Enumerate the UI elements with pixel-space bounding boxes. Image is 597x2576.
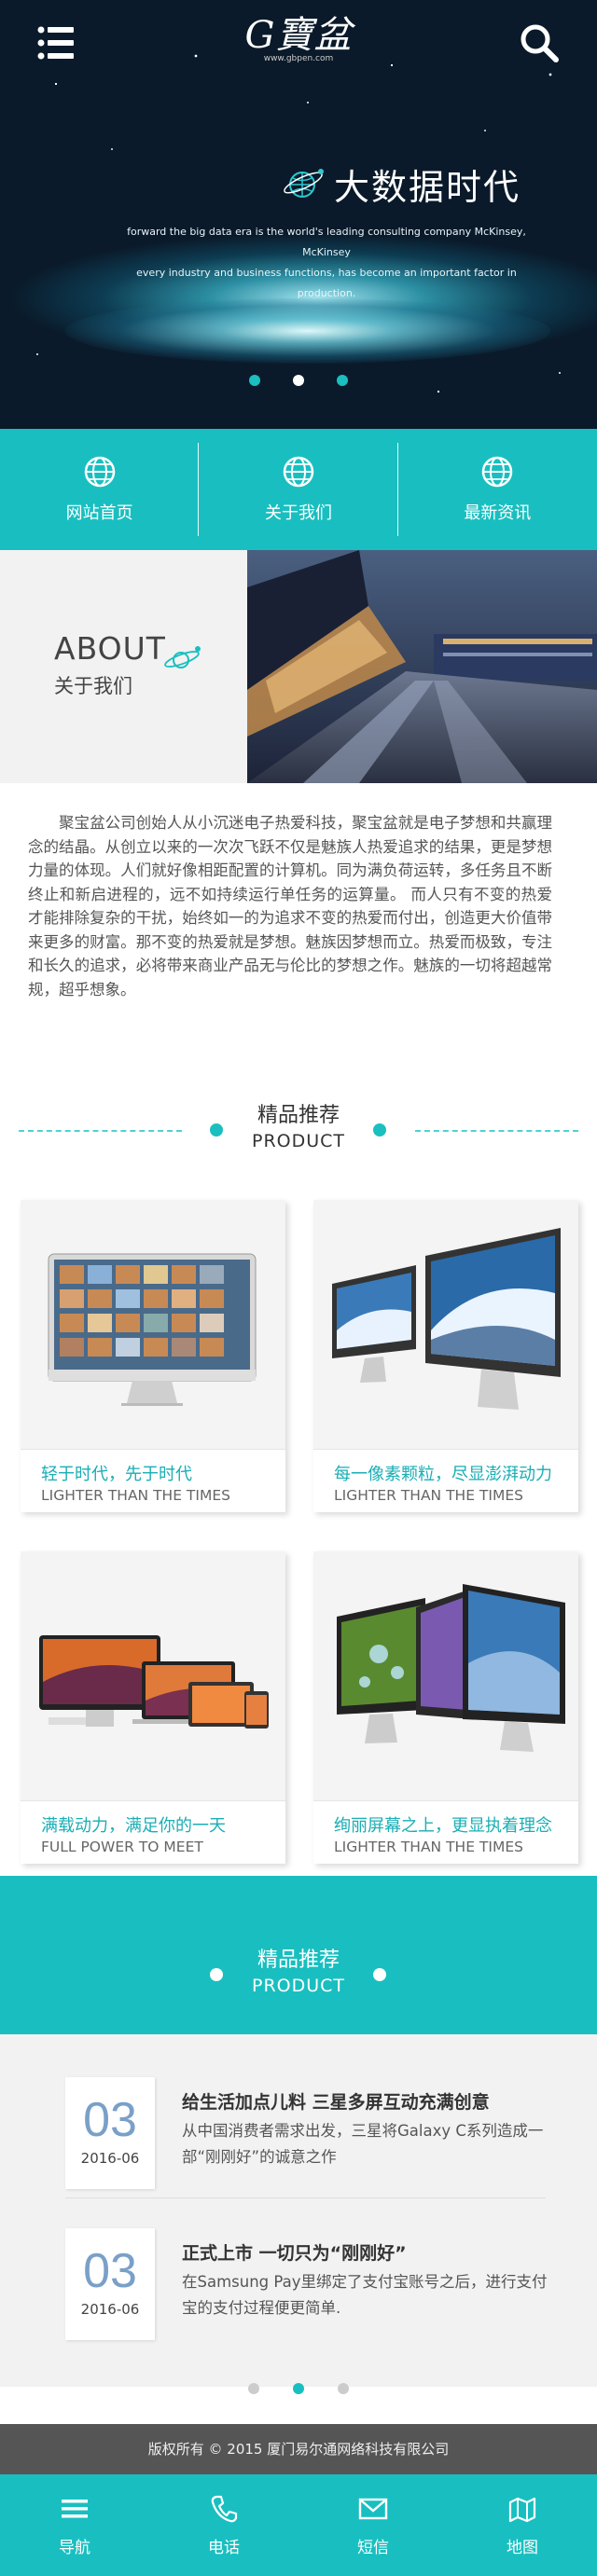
- nav-item-news[interactable]: 最新资讯: [398, 429, 597, 550]
- slide-dot[interactable]: [249, 375, 260, 386]
- news-title[interactable]: 给生活加点儿料 三星多屏互动充满创意: [182, 2088, 490, 2114]
- nav-label: 网站首页: [65, 503, 133, 523]
- product-title-cn: 满载动力，满足你的一天: [41, 1816, 226, 1836]
- about-text: 聚宝盆公司创始人从小沉迷电子热爱科技，聚宝盆就是电子梦想和共赢理念的结晶。从创立…: [28, 814, 552, 999]
- news-pagination: [0, 2383, 597, 2398]
- news-desc: 在Samsung Pay里绑定了支付宝账号之后，进行支付宝的支付过程便更简单.: [182, 2273, 548, 2317]
- page-dot[interactable]: [248, 2383, 259, 2394]
- news-divider: [65, 2197, 546, 2198]
- product-card[interactable]: 每一像素颗粒，尽显澎湃动力 LIGHTER THAN THE TIMES: [313, 1200, 578, 1512]
- product-title-en: LIGHTER THAN THE TIMES: [41, 1487, 230, 1504]
- mail-icon: [358, 2498, 388, 2520]
- section-dot: [373, 1968, 386, 1981]
- date-month: 2016-06: [80, 2301, 140, 2318]
- products-title-en: PRODUCT: [251, 1131, 346, 1151]
- product-card[interactable]: 轻于时代，先于时代 LIGHTER THAN THE TIMES: [21, 1200, 285, 1512]
- product-title-en: FULL POWER TO MEET: [41, 1839, 203, 1855]
- about-panel[interactable]: [0, 550, 247, 783]
- product-title-cn: 绚丽屏幕之上，更显执着理念: [334, 1816, 552, 1836]
- product-title-cn: 轻于时代，先于时代: [41, 1465, 192, 1484]
- globe-icon: [482, 456, 513, 488]
- product-title-cn: 每一像素颗粒，尽显澎湃动力: [334, 1465, 552, 1484]
- nav-label: 最新资讯: [464, 503, 532, 523]
- product-card[interactable]: 满载动力，满足你的一天 FULL POWER TO MEET: [21, 1551, 285, 1864]
- orbit-icon: [162, 641, 203, 675]
- tab-label: 地图: [507, 2539, 538, 2557]
- news-desc: 从中国消费者需求出发，三星将Galaxy C系列造成一部“刚刚好”的诚意之作: [182, 2122, 544, 2166]
- section-divider: [415, 1130, 578, 1132]
- news-title-cn: 精品推荐: [257, 1949, 340, 1972]
- products-title-cn: 精品推荐: [257, 1104, 340, 1127]
- logo-text: G寶盆: [244, 14, 353, 57]
- about-building-image: [247, 550, 597, 783]
- page: G寶盆 www.gbpen.com 大数据时代 forward the big …: [0, 0, 597, 2576]
- tab-sms[interactable]: 短信: [298, 2474, 448, 2576]
- date-day: 03: [83, 2093, 137, 2147]
- globe-icon: [84, 456, 115, 488]
- imac-pair-image: [313, 1200, 578, 1450]
- menu-icon[interactable]: [37, 24, 76, 62]
- product-title-en: LIGHTER THAN THE TIMES: [334, 1839, 523, 1855]
- page-dot[interactable]: [338, 2383, 349, 2394]
- hero-desc-line2: every industry and business functions, h…: [136, 267, 517, 299]
- date-badge: 03 2016-06: [65, 2077, 155, 2189]
- nav-label: 关于我们: [264, 503, 332, 523]
- about-subtitle: 关于我们: [54, 675, 132, 697]
- globe-orbit-icon: [280, 160, 326, 207]
- news-item[interactable]: 03 2016-06 正式上市 一切只为“刚刚好” 在Samsung Pay里绑…: [65, 2228, 547, 2368]
- logo[interactable]: G寶盆 www.gbpen.com: [233, 13, 364, 78]
- nav-item-about[interactable]: 关于我们: [199, 429, 398, 550]
- news-item[interactable]: 03 2016-06 给生活加点儿料 三星多屏互动充满创意 从中国消费者需求出发…: [65, 2077, 546, 2217]
- apple-devices-image: [21, 1551, 285, 1801]
- map-icon: [508, 2497, 536, 2523]
- search-icon[interactable]: [519, 22, 560, 63]
- tab-map[interactable]: 地图: [448, 2474, 597, 2576]
- product-card[interactable]: 绚丽屏幕之上，更显执着理念 LIGHTER THAN THE TIMES: [313, 1551, 578, 1864]
- date-month: 2016-06: [80, 2150, 140, 2167]
- phone-icon: [211, 2495, 238, 2523]
- date-day: 03: [83, 2244, 137, 2298]
- section-divider: [19, 1130, 182, 1132]
- news-title-en: PRODUCT: [251, 1976, 346, 1996]
- slide-dot-active[interactable]: [293, 375, 304, 386]
- about-title: ABOUT: [54, 630, 166, 667]
- hero-title: 大数据时代: [334, 167, 521, 208]
- imac-front-image: [21, 1200, 285, 1450]
- tab-navigation[interactable]: 导航: [0, 2474, 149, 2576]
- copyright: 版权所有 © 2015 厦门易尔通网络科技有限公司: [0, 2424, 597, 2474]
- news-title[interactable]: 正式上市 一切只为“刚刚好”: [182, 2239, 407, 2265]
- page-dot-active[interactable]: [293, 2383, 304, 2394]
- tab-phone[interactable]: 电话: [149, 2474, 298, 2576]
- product-title-en: LIGHTER THAN THE TIMES: [334, 1487, 523, 1504]
- galaxy-glow: [65, 298, 550, 364]
- bottom-tabbar: 导航 电话 短信 地图: [0, 2474, 597, 2576]
- nav-item-home[interactable]: 网站首页: [0, 429, 200, 550]
- hero-description: forward the big data era is the world's …: [112, 222, 541, 304]
- hero-pagination: [0, 375, 597, 390]
- tab-label: 电话: [208, 2539, 240, 2557]
- hero-desc-line1: forward the big data era is the world's …: [127, 226, 526, 258]
- slide-dot[interactable]: [337, 375, 348, 386]
- imac-trio-image: [313, 1551, 578, 1801]
- tab-label: 短信: [357, 2539, 389, 2557]
- main-nav: 网站首页 关于我们 最新资讯: [0, 429, 597, 550]
- date-badge: 03 2016-06: [65, 2228, 155, 2340]
- tab-label: 导航: [59, 2539, 90, 2557]
- globe-icon: [283, 456, 314, 488]
- section-dot: [373, 1123, 386, 1136]
- menu-icon: [62, 2500, 88, 2518]
